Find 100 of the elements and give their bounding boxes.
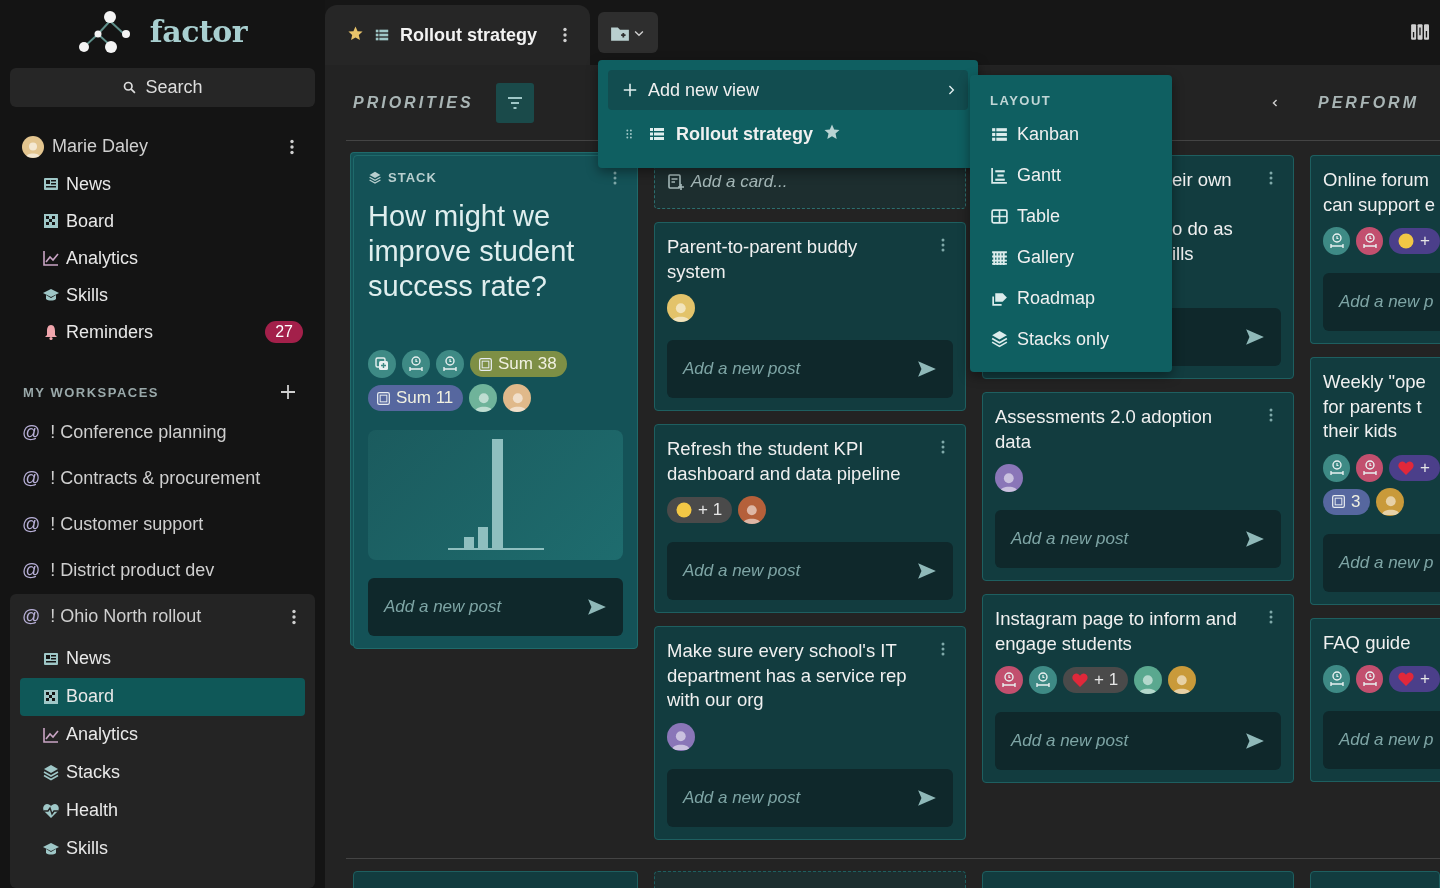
idea-card[interactable]: Make sure every school's IT department has a service rep with our org Add a new post [654, 626, 966, 840]
list-icon [648, 125, 666, 143]
menu-item[interactable]: Stacks only [990, 319, 1172, 360]
workspace-name: ! Contracts & procurement [50, 468, 262, 490]
board-icon [42, 688, 60, 706]
send-icon[interactable] [1245, 327, 1265, 347]
workspace-item[interactable]: @ ! Conference planning [0, 410, 325, 456]
stack-title: How might we improve student success rate? [368, 199, 576, 304]
post-field[interactable]: Add a new post [995, 712, 1281, 770]
idea-card[interactable]: FAQ guide + Add a new p [1310, 617, 1440, 782]
view-name: Rollout strategy [676, 123, 813, 145]
idea-card[interactable]: Refresh the student KPI dashboard and data pipeline + 1 Add a new post [654, 424, 966, 613]
sum-label: Sum 38 [498, 354, 557, 374]
card-title: o do as [1172, 217, 1233, 241]
nav-label: Skills [66, 838, 109, 860]
post-field[interactable]: Add a new post [667, 340, 953, 398]
idea-card[interactable]: Assessments 2.0 adoption data Add a new post [982, 392, 1294, 581]
plus-icon[interactable] [279, 383, 297, 402]
add-card-label: Add a card... [691, 172, 788, 192]
reaction-tag[interactable]: + [1389, 228, 1440, 254]
heart-pulse-icon [42, 802, 60, 820]
nav-item[interactable]: News [0, 165, 325, 203]
nav-item[interactable]: Analytics [20, 716, 305, 754]
card-title: Weekly "ope for parents t their kids [1323, 370, 1427, 443]
nav-item[interactable]: Skills [20, 830, 305, 868]
nav-label: News [66, 648, 112, 670]
card-title: Assessments 2.0 adoption data [995, 405, 1213, 454]
user-name[interactable]: Marie Daley [52, 136, 275, 158]
send-icon[interactable] [587, 597, 607, 617]
menu-item[interactable]: Roadmap [990, 278, 1172, 319]
idea-card[interactable]: Instagram page to inform and engage students + 1 Add a new post [982, 594, 1294, 783]
send-icon[interactable] [1245, 731, 1265, 751]
send-icon[interactable] [917, 561, 937, 581]
star-icon [347, 24, 364, 42]
group-heading: PRIORITIES [353, 93, 474, 112]
reaction-tag[interactable]: + [1389, 454, 1440, 481]
heart-icon [1071, 671, 1089, 689]
post-field[interactable]: Add a new p [1323, 273, 1440, 331]
menu-item[interactable]: Kanban [990, 114, 1172, 155]
nav-item[interactable]: Reminders 27 [0, 313, 325, 351]
send-icon[interactable] [1245, 529, 1265, 549]
send-icon[interactable] [917, 359, 937, 379]
counter-icon [376, 390, 391, 406]
layers-icon [990, 330, 1009, 349]
post-field[interactable]: Add a new post [667, 768, 953, 827]
menu-item[interactable]: Gantt [990, 155, 1172, 196]
nav-item[interactable]: Health [20, 792, 305, 830]
plus-icon [622, 82, 638, 98]
post-field[interactable]: Add a new post [667, 542, 953, 600]
workspace-item[interactable]: @ ! District product dev [0, 548, 325, 594]
search-field[interactable]: Search [10, 68, 315, 108]
idea-card[interactable]: Online forum can support e + Add a new p [1310, 155, 1440, 344]
nav-item[interactable]: Board [0, 202, 325, 240]
post-field[interactable]: Add a new post [368, 578, 623, 636]
card-title: FAQ guide [1323, 630, 1412, 655]
at-sign: @ [22, 606, 41, 628]
count-badge: 27 [265, 321, 303, 344]
nav-item[interactable]: Board [20, 678, 305, 716]
workspace-item[interactable]: @ ! Contracts & procurement [0, 456, 325, 502]
idea-card[interactable]: Weekly "ope for parents t their kids + 3 Add a new p [1310, 357, 1440, 605]
post-field[interactable]: Add a new p [1323, 533, 1440, 592]
stack-card[interactable]: STACK How might we improve student success rate? Sum 38 Sum 11 Add a new post [353, 155, 638, 649]
send-icon[interactable] [917, 787, 937, 808]
nav-item[interactable]: Stacks [20, 754, 305, 792]
at-sign: @ [22, 514, 41, 536]
workspace-item[interactable]: @ ! Customer support [0, 502, 325, 548]
post-field[interactable]: Add a new p [1323, 711, 1440, 769]
columns-icon[interactable] [1410, 22, 1430, 42]
board-icon [42, 212, 60, 231]
idea-card[interactable]: Parent-to-parent buddy system Add a new post [654, 222, 966, 411]
search-icon [122, 80, 138, 96]
filter-button[interactable] [495, 82, 534, 123]
post-field[interactable]: Add a new post [995, 510, 1281, 568]
layers-icon [368, 170, 382, 185]
logo-text: factor [149, 13, 248, 49]
nav-item[interactable]: Skills [0, 276, 325, 314]
nav-item[interactable]: Analytics [0, 239, 325, 277]
menu-item[interactable]: Add new view [608, 70, 968, 110]
reaction-count: + 1 [1094, 670, 1119, 690]
view-tab[interactable]: Rollout strategy [325, 5, 590, 65]
reaction-tag[interactable]: + 1 [667, 497, 733, 523]
grid-icon [990, 248, 1009, 267]
card-title: Make sure every school's IT department has a service rep with our org [667, 639, 908, 712]
reaction-tag[interactable]: + [1389, 666, 1440, 692]
nav-item[interactable]: News [20, 640, 305, 678]
add-view-button[interactable] [598, 12, 658, 53]
card-type-label: STACK [388, 170, 437, 185]
card-title: Refresh the student KPI dashboard and data pipeline [667, 437, 902, 486]
workspace-item[interactable]: @ ! Ohio North rollout [10, 594, 315, 640]
reaction-count: + [1420, 457, 1430, 478]
menu-item[interactable]: Gallery [990, 237, 1172, 278]
section-heading: MY WORKSPACES [23, 384, 160, 400]
chart-icon [42, 726, 60, 744]
list-icon [990, 125, 1009, 144]
workspace-name: ! District product dev [50, 560, 216, 582]
menu-item[interactable]: Table [990, 196, 1172, 237]
view-item[interactable]: Rollout strategy [608, 114, 968, 154]
chart-icon [42, 249, 60, 268]
reaction-tag[interactable]: + 1 [1063, 667, 1129, 693]
counter-icon [1331, 494, 1346, 509]
